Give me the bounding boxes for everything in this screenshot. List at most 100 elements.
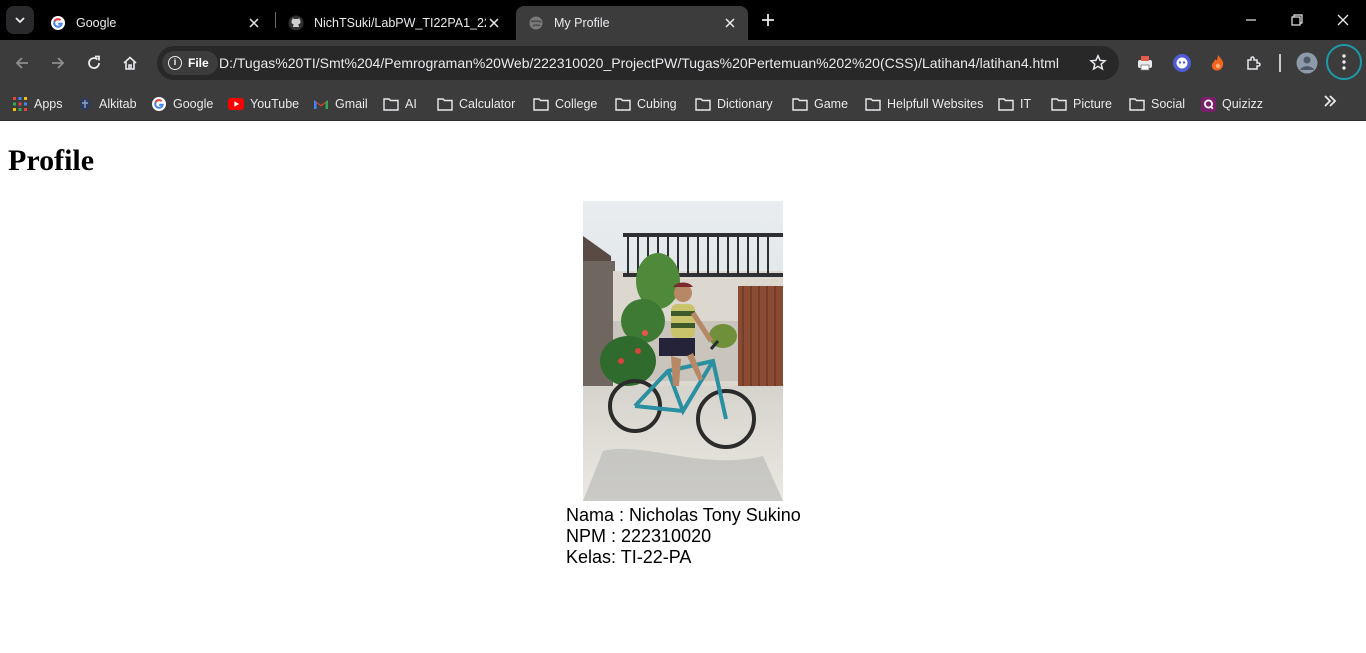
minimize-icon xyxy=(1246,19,1256,21)
bookmark-folder-calculator[interactable]: Calculator xyxy=(437,91,515,117)
bookmark-apps[interactable]: Apps xyxy=(12,91,63,117)
bookmark-folder-college[interactable]: College xyxy=(533,91,597,117)
boy-on-bicycle-photo xyxy=(583,201,783,501)
bookmark-folder-cubing[interactable]: Cubing xyxy=(615,91,677,117)
toolbar-divider xyxy=(1279,54,1281,72)
alkitab-icon xyxy=(77,96,93,112)
tab-github[interactable]: NichTSuki/LabPW_TI22PA1_222 xyxy=(276,6,512,40)
plus-icon xyxy=(762,14,774,26)
folder-icon xyxy=(437,96,453,112)
bookmark-label: Quizizz xyxy=(1222,97,1263,111)
bookmark-label: Game xyxy=(814,97,849,111)
url-text[interactable]: D:/Tugas%20TI/Smt%204/Pemrograman%20Web/… xyxy=(219,46,1059,80)
folder-icon xyxy=(865,96,881,112)
folder-icon xyxy=(533,96,549,112)
folder-icon xyxy=(695,96,711,112)
youtube-icon xyxy=(228,96,244,112)
bookmark-folder-game[interactable]: Game xyxy=(792,91,848,117)
bookmark-youtube[interactable]: YouTube xyxy=(228,91,299,117)
close-icon xyxy=(1337,14,1349,26)
forward-button[interactable] xyxy=(44,49,72,77)
quizizz-icon xyxy=(1200,96,1216,112)
bookmark-label: Calculator xyxy=(459,97,516,111)
reload-icon xyxy=(88,55,100,69)
gmail-icon xyxy=(313,96,329,112)
tab-google[interactable]: Google xyxy=(38,6,272,40)
bookmark-label: Alkitab xyxy=(99,97,137,111)
bookmark-google[interactable]: Google xyxy=(151,91,213,117)
close-window-button[interactable] xyxy=(1320,0,1366,40)
folder-icon xyxy=(383,96,399,112)
site-info-chip[interactable]: i File xyxy=(162,51,218,75)
github-icon xyxy=(288,15,304,31)
restore-icon xyxy=(1291,14,1303,26)
bookmark-label: IT xyxy=(1020,97,1032,111)
profile-avatar-icon[interactable] xyxy=(1296,52,1318,74)
npm-line: NPM : 222310020 xyxy=(566,526,712,546)
tab-title: Google xyxy=(76,16,117,30)
folder-icon xyxy=(1051,96,1067,112)
bookmark-label: College xyxy=(555,97,598,111)
bookmark-label: Gmail xyxy=(335,97,368,111)
google-g-icon xyxy=(50,15,66,31)
apps-grid-icon xyxy=(12,96,28,112)
kebab-menu-icon xyxy=(1342,54,1346,70)
extension-printer-icon[interactable] xyxy=(1134,52,1156,74)
bookmark-folder-social[interactable]: Social xyxy=(1129,91,1185,117)
tab-my-profile[interactable]: My Profile xyxy=(516,6,748,40)
page-title: Profile xyxy=(8,144,95,177)
folder-icon xyxy=(1129,96,1145,112)
close-tab-icon[interactable] xyxy=(486,15,502,31)
profile-info: Nama : Nicholas Tony Sukino NPM : 222310… xyxy=(566,505,801,568)
tab-title: NichTSuki/LabPW_TI22PA1_222 xyxy=(314,16,486,30)
extensions-puzzle-icon[interactable] xyxy=(1243,52,1265,74)
profile-photo xyxy=(583,201,783,501)
browser-toolbar: i File D:/Tugas%20TI/Smt%204/Pemrograman… xyxy=(0,40,1366,86)
reload-button[interactable] xyxy=(80,49,108,77)
home-button[interactable] xyxy=(116,49,144,77)
folder-icon xyxy=(792,96,808,112)
bookmark-label: Picture xyxy=(1073,97,1112,111)
bookmark-folder-dictionary[interactable]: Dictionary xyxy=(695,91,773,117)
new-tab-button[interactable] xyxy=(756,8,780,32)
bookmark-label: Google xyxy=(173,97,214,111)
star-bookmark-icon[interactable] xyxy=(1089,54,1107,72)
back-button[interactable] xyxy=(8,49,36,77)
scheme-label: File xyxy=(188,56,209,70)
browser-menu-button[interactable] xyxy=(1326,44,1362,80)
folder-icon xyxy=(615,96,631,112)
address-bar[interactable]: i File D:/Tugas%20TI/Smt%204/Pemrograman… xyxy=(157,46,1119,80)
bookmark-label: Dictionary xyxy=(717,97,773,111)
globe-icon xyxy=(528,15,544,31)
bookmark-label: Social xyxy=(1151,97,1186,111)
folder-icon xyxy=(998,96,1014,112)
bookmark-label: YouTube xyxy=(250,97,300,111)
bookmark-folder-ai[interactable]: AI xyxy=(383,91,417,117)
arrow-right-icon xyxy=(52,57,65,69)
bookmark-gmail[interactable]: Gmail xyxy=(313,91,368,117)
close-tab-icon[interactable] xyxy=(246,15,262,31)
home-icon xyxy=(123,56,137,70)
bookmark-folder-helpfull-websites[interactable]: Helpfull Websites xyxy=(865,91,983,117)
bookmark-folder-it[interactable]: IT xyxy=(998,91,1031,117)
nama-line: Nama : Nicholas Tony Sukino xyxy=(566,505,801,525)
minimize-button[interactable] xyxy=(1228,0,1274,40)
close-tab-icon[interactable] xyxy=(722,15,738,31)
bookmark-label: AI xyxy=(405,97,417,111)
tab-strip: Google NichTSuki/LabPW_TI22PA1_222 My Pr… xyxy=(0,0,1366,40)
arrow-left-icon xyxy=(15,57,28,69)
google-g-icon xyxy=(151,96,167,112)
bookmark-label: Cubing xyxy=(637,97,677,111)
info-icon: i xyxy=(168,56,182,70)
chevron-down-icon xyxy=(15,17,25,24)
restore-button[interactable] xyxy=(1274,0,1320,40)
bookmark-alkitab[interactable]: Alkitab xyxy=(77,91,137,117)
more-bookmarks-chevron-icon[interactable] xyxy=(1320,91,1340,111)
tab-search-button[interactable] xyxy=(6,6,34,34)
bookmark-quizizz[interactable]: Quizizz xyxy=(1200,91,1263,117)
extension-fire-icon[interactable] xyxy=(1207,52,1229,74)
kelas-line: Kelas: TI-22-PA xyxy=(566,547,692,567)
extension-ghost-icon[interactable] xyxy=(1171,52,1193,74)
bookmark-folder-picture[interactable]: Picture xyxy=(1051,91,1112,117)
bookmarks-bar: Apps Alkitab Google YouTube Gmail AI Cal… xyxy=(0,86,1366,121)
